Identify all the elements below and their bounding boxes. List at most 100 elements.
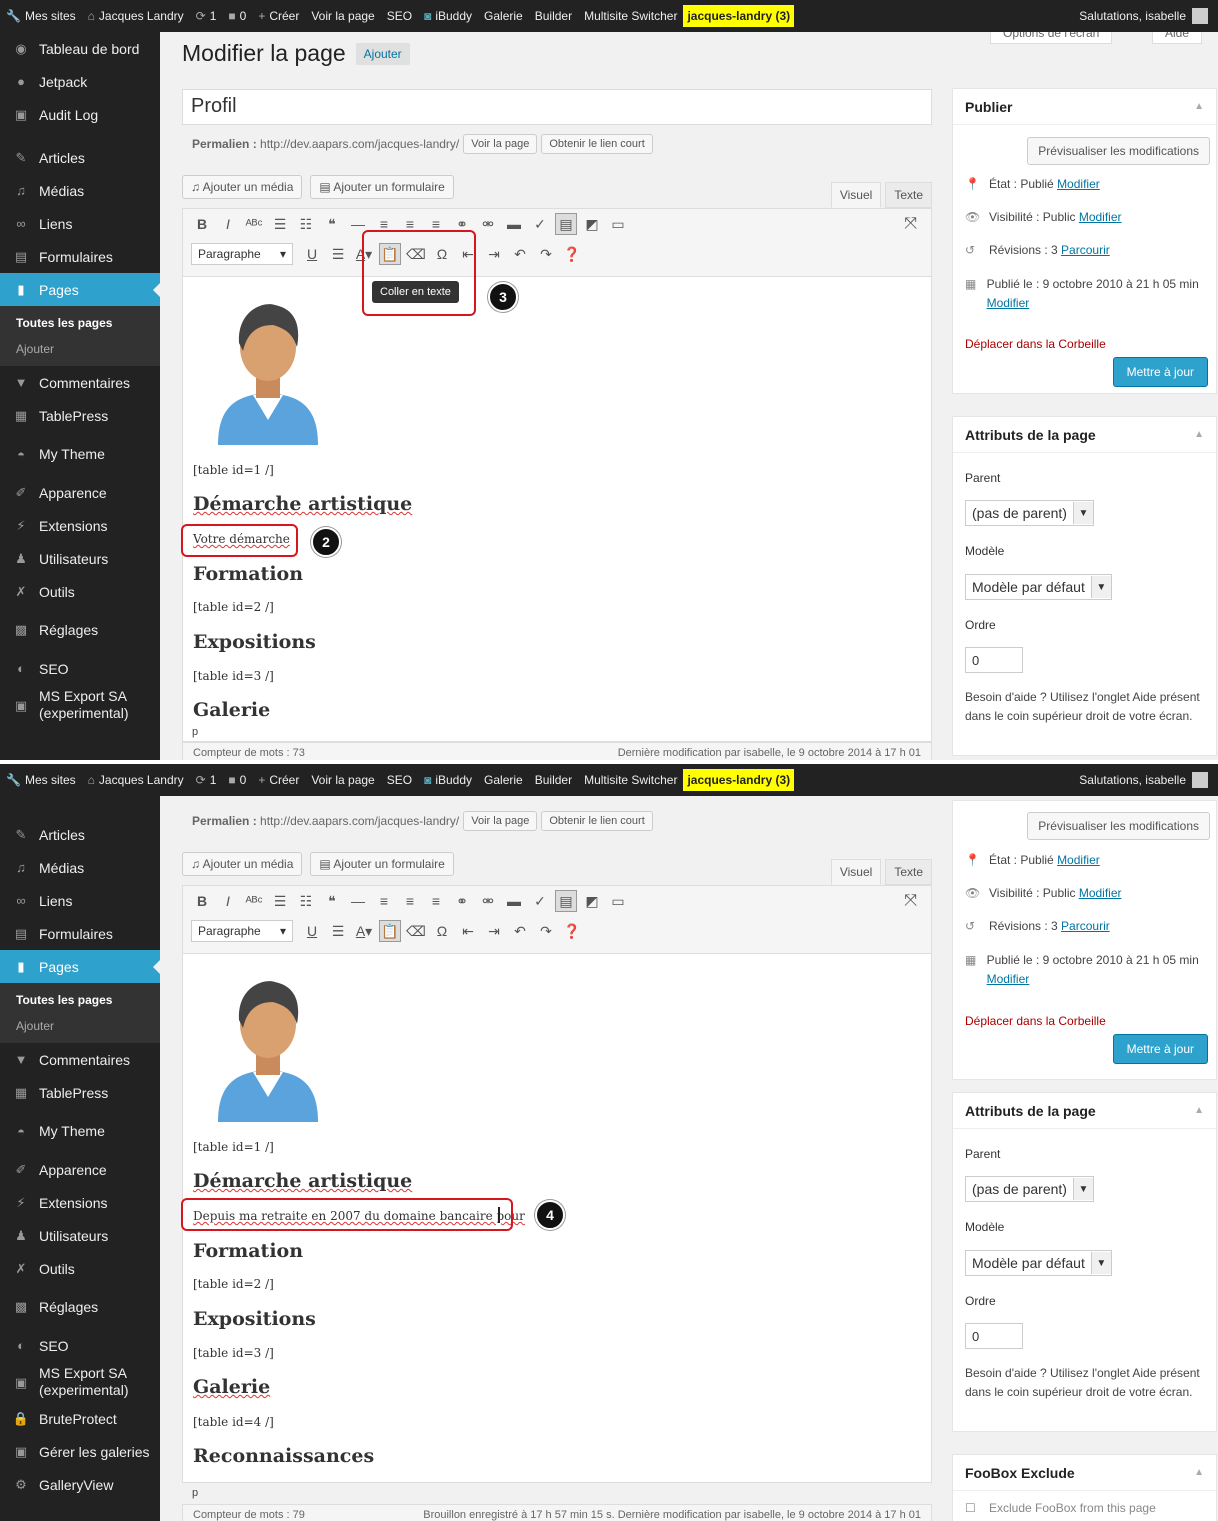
admin-bar-comments[interactable]: ■ 0 <box>222 0 252 32</box>
add-media-button[interactable]: ♫ Ajouter un média <box>182 175 303 199</box>
parent-select[interactable]: (pas de parent) ▼ <box>965 1176 1094 1202</box>
menu-item-tools[interactable]: ✗ Outils <box>0 1252 160 1285</box>
more-icon[interactable]: ▬ <box>503 890 525 912</box>
link-icon[interactable]: ⚭ <box>451 890 473 912</box>
tab-text[interactable]: Texte <box>885 182 932 208</box>
align-center-icon[interactable]: ≡ <box>399 890 421 912</box>
menu-item-appearance[interactable]: ✐ Apparence <box>0 476 160 509</box>
table-icon[interactable]: ▭ <box>607 890 629 912</box>
strikethrough-icon[interactable]: ᴬᴮᶜ <box>243 213 265 235</box>
menu-item-pages[interactable]: ▮ Pages <box>0 273 160 306</box>
menu-item-dashboard[interactable]: ◉ Tableau de bord <box>0 32 160 65</box>
collapse-icon[interactable]: ▲ <box>1194 429 1204 440</box>
foobox-header[interactable]: FooBox Exclude ▲ <box>953 1455 1216 1491</box>
admin-bar-updates[interactable]: ⟳ 1 <box>190 764 223 796</box>
menu-item-links[interactable]: ∞ Liens <box>0 884 160 917</box>
menu-item-galleryview[interactable]: ⚙ GalleryView <box>0 1468 160 1501</box>
spellcheck-icon[interactable]: ✓ <box>529 890 551 912</box>
admin-bar-seo[interactable]: SEO <box>381 764 418 796</box>
bullet-list-icon[interactable]: ☰ <box>269 890 291 912</box>
undo-icon[interactable]: ↶ <box>509 920 531 942</box>
menu-item-pages[interactable]: ▮ Pages <box>0 950 160 983</box>
menu-item-appearance[interactable]: ✐ Apparence <box>0 1153 160 1186</box>
numbered-list-icon[interactable]: ☷ <box>295 890 317 912</box>
special-char-icon[interactable]: Ω <box>431 920 453 942</box>
align-right-icon[interactable]: ≡ <box>425 890 447 912</box>
menu-item-bruteprotect[interactable]: 🔒 BruteProtect <box>0 1402 160 1435</box>
menu-item-extensions[interactable]: ⚡ Extensions <box>0 509 160 542</box>
menu-item-comments[interactable]: ▼ Commentaires <box>0 1043 160 1076</box>
redo-icon[interactable]: ↷ <box>535 243 557 265</box>
menu-item-medias[interactable]: ♫ Médias <box>0 174 160 207</box>
order-input[interactable]: 0 <box>965 1323 1023 1349</box>
paste-text-icon[interactable]: 📋 <box>379 920 401 942</box>
menu-item-audit-log-partial[interactable] <box>0 796 160 818</box>
underline-button[interactable]: U <box>301 243 323 265</box>
tab-text[interactable]: Texte <box>885 859 932 885</box>
collapse-icon[interactable]: ▲ <box>1194 1105 1204 1116</box>
spellcheck-icon[interactable]: ✓ <box>529 213 551 235</box>
menu-item-audit-log[interactable]: ▣ Audit Log <box>0 98 160 131</box>
admin-bar-galerie[interactable]: Galerie <box>478 0 529 32</box>
help-tab-button[interactable]: Aide <box>1152 32 1203 44</box>
more-icon[interactable]: ▬ <box>503 213 525 235</box>
admin-bar-builder[interactable]: Builder <box>529 764 578 796</box>
bullet-list-icon[interactable]: ☰ <box>269 213 291 235</box>
edit-visibility-link[interactable]: Modifier <box>1079 210 1122 224</box>
collapse-icon[interactable]: ▲ <box>1194 101 1204 112</box>
indent-icon[interactable]: ⇥ <box>483 920 505 942</box>
admin-bar-multisite[interactable]: Multisite Switcher <box>578 0 683 32</box>
view-page-button[interactable]: Voir la page <box>463 811 538 831</box>
menu-item-articles[interactable]: ✎ Articles <box>0 818 160 851</box>
editor-content[interactable]: [table id=1 /] Démarche artistique Votre… <box>182 276 932 742</box>
table-icon[interactable]: ▭ <box>607 213 629 235</box>
admin-bar-highlight[interactable]: jacques-landry (3) <box>683 769 795 791</box>
submenu-all-pages[interactable]: Toutes les pages <box>0 987 160 1013</box>
parent-select[interactable]: (pas de parent) ▼ <box>965 500 1094 526</box>
format-select[interactable]: Paragraphe ▾ <box>191 920 293 942</box>
edit-status-link[interactable]: Modifier <box>1057 177 1100 191</box>
menu-item-jetpack[interactable]: ● Jetpack <box>0 65 160 98</box>
justify-icon[interactable]: ☰ <box>327 920 349 942</box>
menu-item-articles[interactable]: ✎ Articles <box>0 141 160 174</box>
admin-bar-comments[interactable]: ■ 0 <box>222 764 252 796</box>
fullscreen-icon[interactable]: ⤧ <box>904 215 917 233</box>
menu-item-users[interactable]: ♟ Utilisateurs <box>0 1219 160 1252</box>
menu-item-tools[interactable]: ✗ Outils <box>0 575 160 608</box>
submenu-add-page[interactable]: Ajouter <box>0 1013 160 1039</box>
update-button[interactable]: Mettre à jour <box>1112 357 1208 387</box>
page-attributes-header[interactable]: Attributs de la page ▲ <box>953 417 1216 453</box>
short-link-button[interactable]: Obtenir le lien court <box>541 134 653 154</box>
menu-item-tablepress[interactable]: ▦ TablePress <box>0 399 160 432</box>
indent-icon[interactable]: ⇥ <box>483 243 505 265</box>
title-input[interactable]: Profil <box>182 89 932 125</box>
menu-item-my-theme[interactable]: ◓ My Theme <box>0 432 160 476</box>
menu-item-forms[interactable]: ▤ Formulaires <box>0 240 160 273</box>
admin-bar-account[interactable]: Salutations, isabelle <box>1079 8 1218 24</box>
move-to-trash-link[interactable]: Déplacer dans la Corbeille <box>965 337 1106 351</box>
underline-button[interactable]: U <box>301 920 323 942</box>
outdent-icon[interactable]: ⇤ <box>457 920 479 942</box>
menu-item-ms-export[interactable]: ▣ MS Export SA (experimental) <box>0 685 160 725</box>
fullscreen-icon[interactable]: ⤧ <box>904 892 917 910</box>
admin-bar-galerie[interactable]: Galerie <box>478 764 529 796</box>
model-select[interactable]: Modèle par défaut ▼ <box>965 574 1112 600</box>
admin-bar-seo[interactable]: SEO <box>381 0 418 32</box>
help-icon[interactable]: ❓ <box>561 920 583 942</box>
gallery-icon[interactable]: ◩ <box>581 213 603 235</box>
screen-options-button[interactable]: Options de l'écran <box>990 32 1113 44</box>
menu-item-comments[interactable]: ▼ Commentaires <box>0 366 160 399</box>
admin-bar-my-sites[interactable]: 🔧 Mes sites <box>0 0 82 32</box>
menu-item-extensions[interactable]: ⚡ Extensions <box>0 1186 160 1219</box>
menu-item-medias[interactable]: ♫ Médias <box>0 851 160 884</box>
edit-status-link[interactable]: Modifier <box>1057 853 1100 867</box>
menu-item-settings[interactable]: ▩ Réglages <box>0 1285 160 1329</box>
add-page-button[interactable]: Ajouter <box>355 42 410 65</box>
eraser-icon[interactable]: ⌫ <box>405 920 427 942</box>
browse-revisions-link[interactable]: Parcourir <box>1061 243 1110 257</box>
admin-bar-builder[interactable]: Builder <box>529 0 578 32</box>
edit-visibility-link[interactable]: Modifier <box>1079 886 1122 900</box>
help-icon[interactable]: ❓ <box>561 243 583 265</box>
admin-bar-account[interactable]: Salutations, isabelle <box>1079 772 1218 788</box>
menu-item-manage-galleries[interactable]: ▣ Gérer les galeries <box>0 1435 160 1468</box>
